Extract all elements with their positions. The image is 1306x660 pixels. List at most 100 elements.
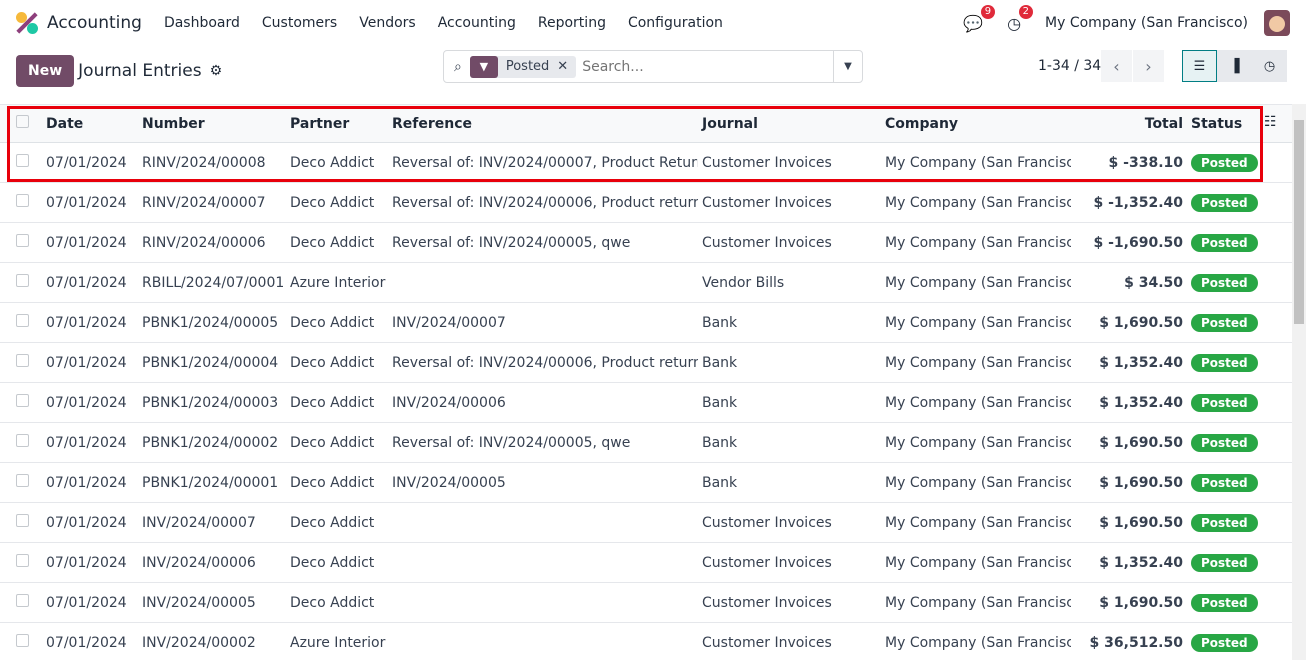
table-row[interactable]: 07/01/2024 RINV/2024/00007 Deco Addict Reve… [0, 182, 1292, 223]
status-badge: Posted [1191, 193, 1258, 212]
activity-view-button[interactable]: ◷ [1252, 50, 1287, 82]
list-view-button[interactable]: ☰ [1182, 50, 1217, 82]
select-all-checkbox[interactable] [16, 115, 29, 128]
cell-reference: INV/2024/00006 [388, 382, 698, 423]
cell-date: 07/01/2024 [42, 462, 138, 503]
cell-journal: Customer Invoices [698, 502, 881, 543]
header-total[interactable]: Total [1071, 104, 1187, 143]
main-menu: Dashboard Customers Vendors Accounting R… [164, 15, 745, 31]
header-date[interactable]: Date [42, 104, 138, 143]
table-row[interactable]: 07/01/2024 INV/2024/00007 Deco Addict Custo… [0, 502, 1292, 543]
cell-partner: Deco Addict [286, 342, 388, 383]
table-row[interactable]: 07/01/2024 RBILL/2024/07/0001 Azure Interi… [0, 262, 1292, 303]
new-button[interactable]: New [16, 55, 75, 87]
optional-columns-icon[interactable]: ☷ [1264, 114, 1277, 130]
menu-configuration[interactable]: Configuration [628, 15, 723, 31]
top-navbar: Accounting Dashboard Customers Vendors A… [0, 0, 1306, 46]
cell-date: 07/01/2024 [42, 182, 138, 223]
cell-reference: Reversal of: INV/2024/00007, Product Ret… [388, 142, 698, 183]
gear-icon[interactable]: ⚙ [210, 63, 223, 79]
menu-vendors[interactable]: Vendors [359, 15, 415, 31]
pager-previous-button[interactable]: ‹ [1101, 50, 1133, 82]
status-badge: Posted [1191, 313, 1258, 332]
journal-entries-table: Date Number Partner Reference Journal Co… [0, 104, 1292, 660]
cell-company: My Company (San Francisco) [881, 182, 1071, 223]
cell-total: $ 36,512.50 [1071, 622, 1187, 660]
menu-reporting[interactable]: Reporting [538, 15, 606, 31]
menu-dashboard[interactable]: Dashboard [164, 15, 240, 31]
row-checkbox[interactable] [16, 634, 29, 647]
table-row[interactable]: 07/01/2024 RINV/2024/00006 Deco Addict Reve… [0, 222, 1292, 263]
cell-number: RINV/2024/00008 [138, 142, 286, 183]
row-checkbox[interactable] [16, 234, 29, 247]
row-checkbox[interactable] [16, 514, 29, 527]
cell-company: My Company (San Francisco) [881, 382, 1071, 423]
status-badge: Posted [1191, 633, 1258, 652]
row-checkbox[interactable] [16, 274, 29, 287]
cell-date: 07/01/2024 [42, 382, 138, 423]
table-row[interactable]: 07/01/2024 INV/2024/00002 Azure Interior Cu… [0, 622, 1292, 660]
cell-date: 07/01/2024 [42, 222, 138, 263]
cell-date: 07/01/2024 [42, 622, 138, 660]
row-checkbox[interactable] [16, 554, 29, 567]
cell-company: My Company (San Francisco) [881, 222, 1071, 263]
table-row[interactable]: 07/01/2024 PBNK1/2024/00005 Deco Addict INV… [0, 302, 1292, 343]
row-checkbox[interactable] [16, 434, 29, 447]
cell-partner: Deco Addict [286, 582, 388, 623]
cell-total: $ -1,690.50 [1071, 222, 1187, 263]
search-options-toggle[interactable]: ▼ [833, 51, 862, 82]
table-row[interactable]: 07/01/2024 INV/2024/00005 Deco Addict Custo… [0, 582, 1292, 623]
company-switcher[interactable]: My Company (San Francisco) [1045, 15, 1248, 31]
cell-reference: Reversal of: INV/2024/00005, qwe [388, 222, 698, 263]
table-row[interactable]: 07/01/2024 PBNK1/2024/00003 Deco Addict INV… [0, 382, 1292, 423]
row-checkbox[interactable] [16, 394, 29, 407]
table-row[interactable]: 07/01/2024 PBNK1/2024/00004 Deco Addict Rev… [0, 342, 1292, 383]
menu-customers[interactable]: Customers [262, 15, 337, 31]
header-partner[interactable]: Partner [286, 104, 388, 143]
pager-value[interactable]: 1-34 / 34 [1038, 58, 1101, 74]
kanban-view-button[interactable]: ▐ [1217, 50, 1252, 82]
cell-partner: Deco Addict [286, 142, 388, 183]
cell-partner: Deco Addict [286, 502, 388, 543]
cell-date: 07/01/2024 [42, 542, 138, 583]
cell-journal: Customer Invoices [698, 222, 881, 263]
table-row[interactable]: 07/01/2024 RINV/2024/00008 Deco Addict Reve… [0, 142, 1292, 183]
cell-number: PBNK1/2024/00002 [138, 422, 286, 463]
pager-next-button[interactable]: › [1133, 50, 1165, 82]
row-checkbox[interactable] [16, 354, 29, 367]
header-number[interactable]: Number [138, 104, 286, 143]
menu-accounting[interactable]: Accounting [438, 15, 516, 31]
messages-icon[interactable]: 💬 9 [963, 4, 996, 33]
cell-journal: Customer Invoices [698, 142, 881, 183]
cell-journal: Bank [698, 422, 881, 463]
vertical-scrollbar[interactable] [1292, 104, 1306, 660]
remove-facet-icon[interactable]: ✕ [557, 59, 576, 74]
app-logo-icon[interactable] [16, 12, 38, 34]
cell-total: $ 1,690.50 [1071, 422, 1187, 463]
header-company[interactable]: Company [881, 104, 1071, 143]
table-row[interactable]: 07/01/2024 INV/2024/00006 Deco Addict Custo… [0, 542, 1292, 583]
row-checkbox[interactable] [16, 594, 29, 607]
cell-date: 07/01/2024 [42, 142, 138, 183]
app-name[interactable]: Accounting [47, 13, 142, 33]
search-input[interactable] [582, 58, 833, 75]
status-badge: Posted [1191, 353, 1258, 372]
cell-company: My Company (San Francisco) [881, 422, 1071, 463]
table-row[interactable]: 07/01/2024 PBNK1/2024/00002 Deco Addict Rev… [0, 422, 1292, 463]
row-checkbox[interactable] [16, 194, 29, 207]
cell-company: My Company (San Francisco) [881, 342, 1071, 383]
user-avatar[interactable] [1264, 10, 1290, 36]
row-checkbox[interactable] [16, 474, 29, 487]
header-reference[interactable]: Reference [388, 104, 698, 143]
scrollbar-thumb[interactable] [1294, 120, 1304, 324]
row-checkbox[interactable] [16, 154, 29, 167]
search-icon[interactable]: ⌕ [454, 59, 462, 75]
cell-number: PBNK1/2024/00003 [138, 382, 286, 423]
table-row[interactable]: 07/01/2024 PBNK1/2024/00001 Deco Addict INV… [0, 462, 1292, 503]
cell-number: PBNK1/2024/00005 [138, 302, 286, 343]
header-journal[interactable]: Journal [698, 104, 881, 143]
activities-icon[interactable]: ◷ 2 [1007, 4, 1034, 33]
row-checkbox[interactable] [16, 314, 29, 327]
cell-partner: Azure Interior [286, 622, 388, 660]
cell-company: My Company (San Francisco) [881, 622, 1071, 660]
